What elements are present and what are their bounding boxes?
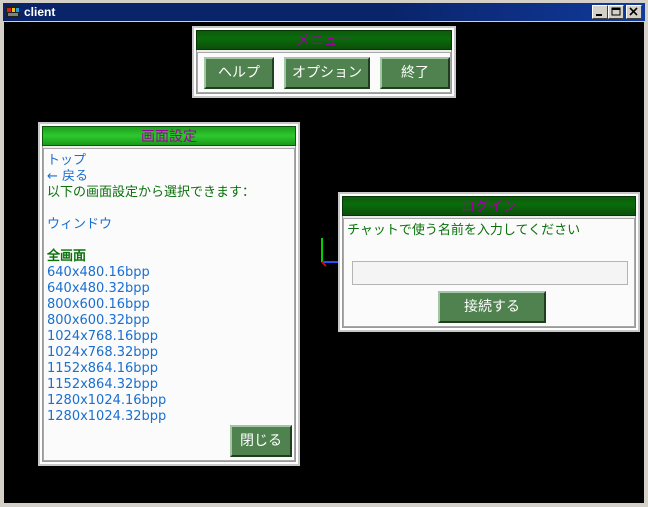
mode-option[interactable]: 1152x864.16bpp (47, 361, 158, 377)
app-icon (6, 6, 20, 18)
name-input[interactable] (352, 261, 628, 285)
options-button[interactable]: オプション (284, 57, 370, 89)
mode-option[interactable]: 1024x768.16bpp (47, 329, 158, 345)
mode-option[interactable]: 800x600.16bpp (47, 297, 150, 313)
quit-button[interactable]: 終了 (380, 57, 450, 89)
mode-option[interactable]: 1024x768.32bpp (47, 345, 158, 361)
app-window: client メニュー ヘルプ オプション 終了 画面設定 トップ ← 戻る 以… (0, 0, 648, 507)
menu-panel: メニュー ヘルプ オプション 終了 (192, 26, 456, 98)
back-link[interactable]: ← 戻る (47, 169, 88, 185)
maximize-button[interactable] (608, 5, 624, 19)
fullscreen-heading: 全画面 (47, 249, 87, 264)
close-window-button[interactable] (626, 5, 642, 19)
mode-option[interactable]: 1280x1024.16bpp (47, 393, 166, 409)
instruction-text: 以下の画面設定から選択できます： (47, 185, 256, 200)
display-settings-panel: 画面設定 トップ ← 戻る 以下の画面設定から選択できます： ウィンドウ 全画面… (38, 122, 300, 466)
mode-option[interactable]: 640x480.32bpp (47, 281, 150, 297)
menu-body: ヘルプ オプション 終了 (197, 52, 451, 93)
mode-option[interactable]: 800x600.32bpp (47, 313, 150, 329)
help-button[interactable]: ヘルプ (204, 57, 274, 89)
connect-button[interactable]: 接続する (438, 291, 546, 323)
window-title: client (24, 5, 56, 19)
mode-option[interactable]: 1280x1024.32bpp (47, 409, 166, 425)
title-bar[interactable]: client (3, 3, 645, 21)
display-settings-body: トップ ← 戻る 以下の画面設定から選択できます： ウィンドウ 全画面 640x… (43, 148, 295, 461)
menu-title: メニュー (196, 30, 452, 50)
mode-option[interactable]: 640x480.16bpp (47, 265, 150, 281)
login-title: ログイン (342, 196, 636, 216)
close-icon (629, 7, 638, 16)
login-panel: ログイン チャットで使う名前を入力してください 接続する (338, 192, 640, 332)
mode-option[interactable]: 1152x864.32bpp (47, 377, 158, 393)
close-button[interactable]: 閉じる (230, 425, 292, 457)
minimize-icon (596, 14, 602, 16)
game-viewport[interactable]: メニュー ヘルプ オプション 終了 画面設定 トップ ← 戻る 以下の画面設定か… (4, 22, 644, 503)
windowed-option[interactable]: ウィンドウ (47, 217, 112, 233)
minimize-button[interactable] (592, 5, 608, 19)
login-body: チャットで使う名前を入力してください 接続する (343, 218, 635, 327)
login-prompt: チャットで使う名前を入力してください (347, 223, 581, 238)
maximize-icon (611, 7, 621, 16)
top-link[interactable]: トップ (47, 153, 86, 169)
display-settings-title: 画面設定 (42, 126, 296, 146)
